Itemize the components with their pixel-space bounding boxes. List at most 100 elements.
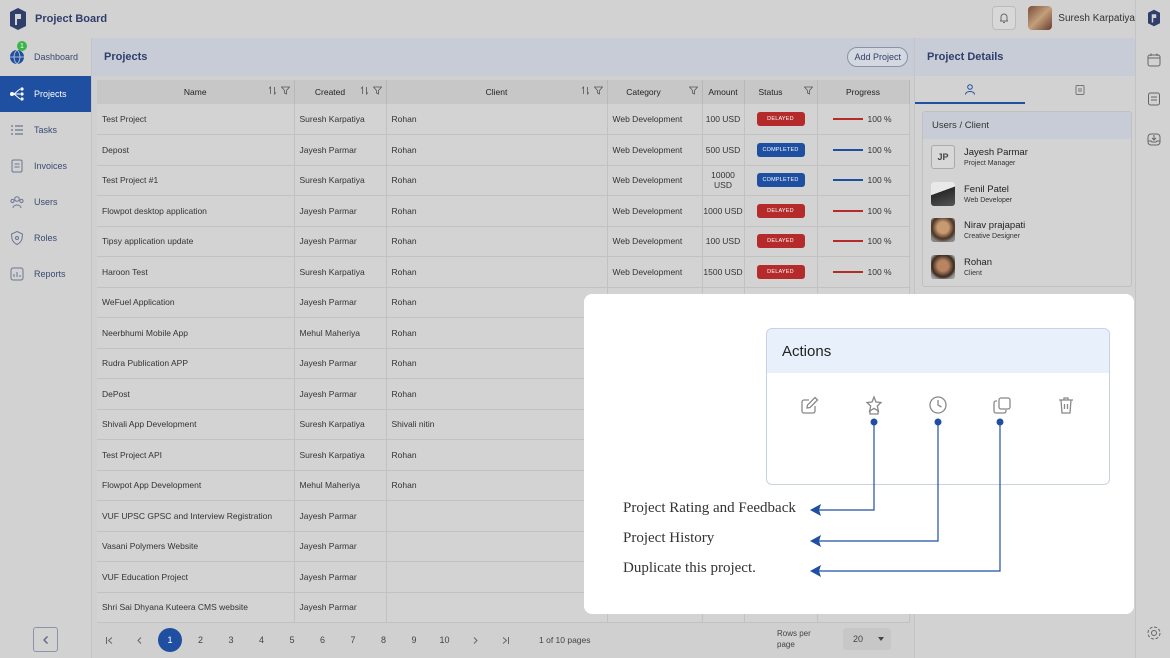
sidebar-item-projects[interactable]: Projects [0,76,91,112]
person-row[interactable]: Rohan Client [923,249,1131,286]
cell-client: Rohan [386,317,608,349]
cell-name: Shivali App Development [97,409,295,440]
rows-per-page-select[interactable]: 20 [843,628,891,650]
last-page-icon [502,636,509,644]
page-8-button[interactable]: 8 [372,628,396,652]
filter-icon[interactable] [803,86,813,95]
page-5-button[interactable]: 5 [280,628,304,652]
sidebar-item-users[interactable]: Users [0,184,91,220]
calendar-icon[interactable] [1145,51,1163,69]
prev-page-button[interactable] [128,628,152,652]
page-3-button[interactable]: 3 [219,628,243,652]
column-header-amount[interactable]: Amount [702,80,745,104]
notification-button[interactable] [992,6,1017,30]
column-header-status[interactable]: Status [744,80,818,104]
table-row[interactable]: Test Project Suresh Karpatiya Rohan Web Dev… [97,104,910,135]
column-header-name[interactable]: Name [97,80,295,104]
table-row[interactable]: Test Project #1 Suresh Karpatiya Rohan Web … [97,165,910,196]
tab-users[interactable] [915,76,1025,104]
cell-name: Test Project API [97,439,295,471]
avatar [931,218,955,243]
sidebar-item-invoices[interactable]: Invoices [0,148,91,184]
cell-client [386,561,608,593]
cell-client [386,500,608,532]
user-name[interactable]: Suresh Karpatiya [1058,13,1135,24]
cell-created: Suresh Karpatiya [294,104,387,135]
cell-created: Jayesh Parmar [294,348,387,379]
sidebar-item-roles[interactable]: Roles [0,220,91,256]
collapse-sidebar-button[interactable] [33,627,58,652]
projects-icon [9,86,25,102]
column-header-category[interactable]: Category [607,80,703,104]
table-row[interactable]: Tipsy application update Jayesh Parmar Roh… [97,226,910,257]
avatar [931,181,955,206]
page-4-button[interactable]: 4 [250,628,274,652]
progress-bar [832,209,863,212]
cell-client: Rohan [386,226,608,257]
sort-icon[interactable] [360,86,369,95]
column-header-progress[interactable]: Progress [817,80,910,104]
app-logo[interactable]: Project Board [6,7,107,31]
settings-icon[interactable] [1145,624,1163,642]
rail-logo-icon[interactable] [1145,9,1163,27]
sidebar-item-tasks[interactable]: Tasks [0,112,91,148]
cell-client: Rohan [386,256,608,288]
progress-bar [832,270,863,273]
person-row[interactable]: JP Jayesh Parmar Project Manager [923,139,1131,176]
cell-created: Mehul Maheriya [294,317,387,349]
cell-status: DELAYED [744,104,818,135]
cell-category: Web Development [607,104,703,135]
cell-name: Rudra Publication APP [97,348,295,379]
first-page-icon [105,636,112,644]
next-page-button[interactable] [463,628,487,652]
details-tabs [915,76,1135,104]
table-row[interactable]: Depost Jayesh Parmar Rohan Web Development 5… [97,134,910,166]
document-icon[interactable] [1145,90,1163,108]
user-avatar[interactable] [1028,6,1053,30]
column-header-client[interactable]: Client [386,80,608,104]
page-10-button[interactable]: 10 [433,628,457,652]
details-title: Project Details [915,38,1135,76]
table-row[interactable]: Flowpot desktop application Jayesh Parmar… [97,195,910,227]
inbox-icon[interactable] [1145,130,1163,148]
first-page-button[interactable] [97,628,121,652]
sort-icon[interactable] [268,86,277,95]
cell-name: Haroon Test [97,256,295,288]
user-icon [965,84,975,95]
add-project-button[interactable]: Add Project [847,47,908,67]
page-6-button[interactable]: 6 [311,628,335,652]
filter-icon[interactable] [688,86,698,95]
users-icon [9,194,25,210]
cell-category: Web Development [607,226,703,257]
cell-amount: 1500 USD [702,256,745,288]
last-page-button[interactable] [494,628,518,652]
progress-bar [832,179,863,182]
person-row[interactable]: Nirav prajapati Creative Designer [923,212,1131,249]
cell-status: DELAYED [744,256,818,288]
cell-client: Rohan [386,134,608,166]
cell-category: Web Development [607,256,703,288]
cell-created: Suresh Karpatiya [294,439,387,471]
sort-icon[interactable] [581,86,590,95]
cell-name: Neerbhumi Mobile App [97,317,295,349]
sidebar-item-dashboard[interactable]: 1 Dashboard [0,38,91,76]
cell-status: DELAYED [744,195,818,227]
actions-callout-card: Actions Project Rating and Feedback Proj… [584,294,1134,614]
page-7-button[interactable]: 7 [341,628,365,652]
page-1-button[interactable]: 1 [158,628,182,652]
person-row[interactable]: Fenil Patel Web Developer [923,176,1131,213]
tab-documents[interactable] [1025,76,1135,104]
sidebar-item-reports[interactable]: Reports [0,256,91,292]
status-badge: DELAYED [756,203,805,218]
page-2-button[interactable]: 2 [189,628,213,652]
chevron-left-icon [42,635,48,644]
sidebar-item-label: Dashboard [34,52,79,62]
page-info: 1 of 10 pages [539,635,591,645]
column-header-created[interactable]: Created [294,80,387,104]
filter-icon[interactable] [593,86,603,95]
table-row[interactable]: Haroon Test Suresh Karpatiya Rohan Web Deve… [97,256,910,288]
page-9-button[interactable]: 9 [402,628,426,652]
status-badge: COMPLETED [756,142,805,157]
filter-icon[interactable] [372,86,382,95]
filter-icon[interactable] [280,86,290,95]
